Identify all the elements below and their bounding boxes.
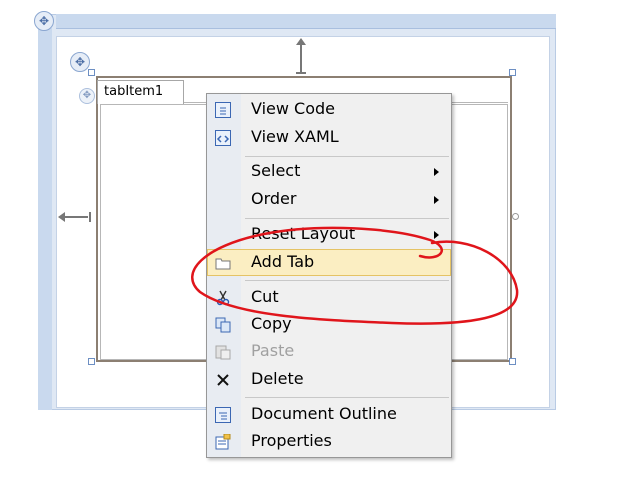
tab-item-move-icon[interactable]: ✥ bbox=[79, 88, 95, 104]
submenu-arrow-icon bbox=[434, 168, 439, 176]
menu-item-order[interactable]: Order bbox=[207, 186, 451, 213]
copy-icon bbox=[215, 317, 231, 333]
left-ruler[interactable] bbox=[38, 28, 52, 410]
tab-control-move-icon[interactable]: ✥ bbox=[70, 52, 90, 72]
menu-item-copy[interactable]: Copy bbox=[207, 311, 451, 338]
tab-header[interactable]: tabItem1 bbox=[97, 80, 184, 104]
menu-item-label: Add Tab bbox=[251, 252, 315, 271]
menu-item-label: Document Outline bbox=[251, 404, 397, 423]
menu-item-add-tab[interactable]: Add Tab bbox=[207, 249, 451, 276]
menu-item-label: Delete bbox=[251, 369, 304, 388]
vertical-margin-arrow-icon bbox=[296, 38, 306, 74]
menu-item-cut[interactable]: Cut bbox=[207, 284, 451, 311]
submenu-arrow-icon bbox=[434, 196, 439, 204]
menu-item-label: Copy bbox=[251, 314, 292, 333]
menu-item-label: Select bbox=[251, 161, 301, 180]
menu-item-delete[interactable]: Delete bbox=[207, 366, 451, 393]
top-ruler[interactable] bbox=[56, 14, 556, 29]
tab-header-label: tabItem1 bbox=[104, 84, 164, 99]
paste-icon bbox=[215, 344, 231, 360]
properties-icon bbox=[215, 433, 231, 450]
menu-item-view-code[interactable]: View Code bbox=[207, 96, 451, 123]
menu-item-view-xaml[interactable]: View XAML bbox=[207, 124, 451, 151]
menu-item-label: View XAML bbox=[251, 127, 339, 146]
folder-icon bbox=[215, 255, 231, 271]
menu-item-document-outline[interactable]: Document Outline bbox=[207, 401, 451, 428]
root-move-icon[interactable]: ✥ bbox=[34, 11, 54, 31]
menu-item-label: Reset Layout bbox=[251, 224, 356, 243]
resize-handle-top-left[interactable] bbox=[88, 69, 95, 76]
menu-separator bbox=[245, 397, 449, 398]
menu-item-paste[interactable]: Paste bbox=[207, 338, 451, 365]
menu-item-label: Cut bbox=[251, 287, 279, 306]
menu-item-label: Order bbox=[251, 189, 297, 208]
right-anchor-handle[interactable] bbox=[512, 213, 519, 220]
resize-handle-top-right[interactable] bbox=[509, 69, 516, 76]
menu-separator bbox=[245, 218, 449, 219]
view-xaml-icon bbox=[215, 130, 231, 146]
delete-x-icon bbox=[215, 372, 231, 388]
resize-handle-bottom-left[interactable] bbox=[88, 358, 95, 365]
menu-item-label: Properties bbox=[251, 431, 332, 450]
menu-item-label: Paste bbox=[251, 341, 295, 360]
resize-handle-bottom-right[interactable] bbox=[509, 358, 516, 365]
menu-item-properties[interactable]: Properties bbox=[207, 428, 451, 455]
horizontal-margin-arrow-icon bbox=[58, 212, 91, 222]
menu-item-select[interactable]: Select bbox=[207, 158, 451, 185]
document-outline-icon bbox=[215, 407, 231, 423]
view-code-icon bbox=[215, 102, 231, 118]
menu-separator bbox=[245, 156, 449, 157]
submenu-arrow-icon bbox=[434, 231, 439, 239]
scissors-icon bbox=[215, 290, 231, 306]
menu-item-reset-layout[interactable]: Reset Layout bbox=[207, 221, 451, 248]
menu-separator bbox=[245, 280, 449, 281]
menu-item-label: View Code bbox=[251, 99, 336, 118]
